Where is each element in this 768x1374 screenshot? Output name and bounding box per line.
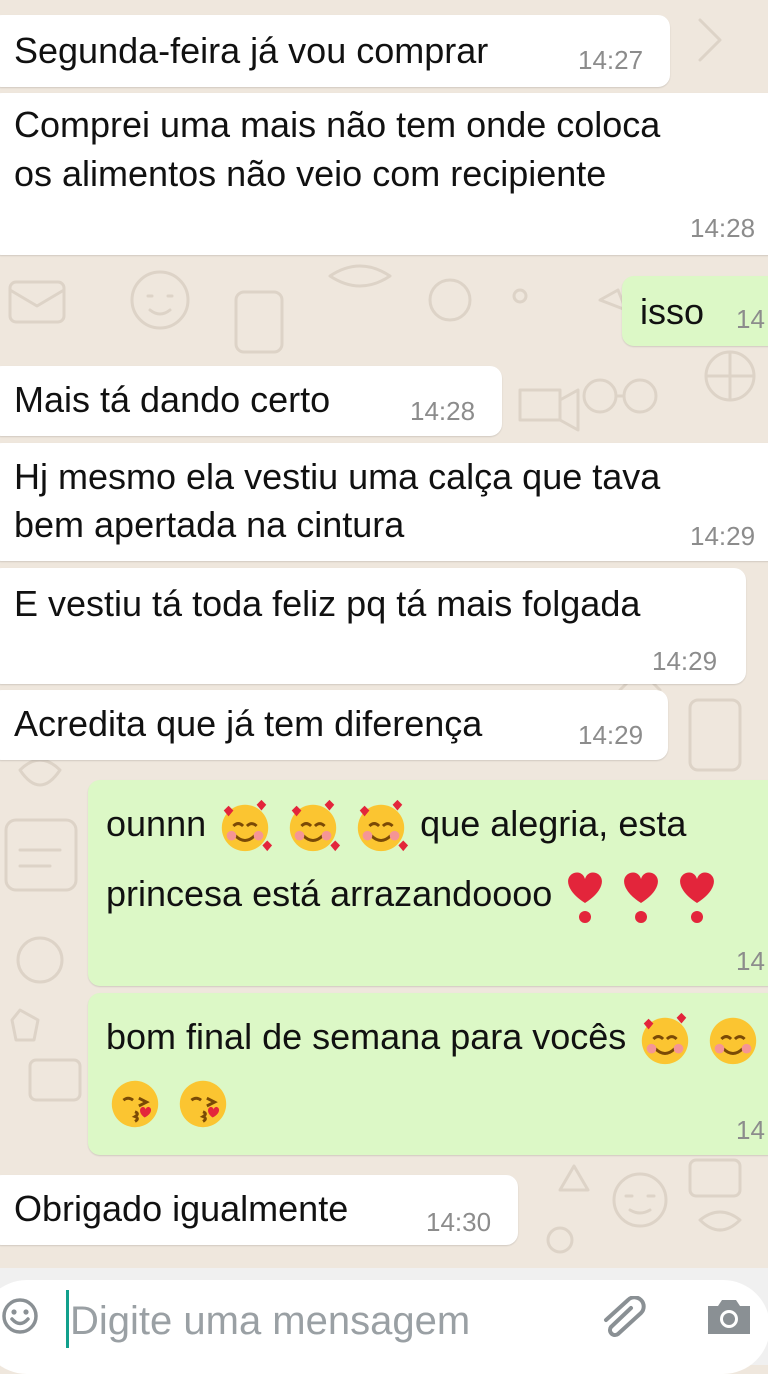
message-bubble[interactable]: E vestiu tá toda feliz pq tá mais folgad… <box>0 568 746 684</box>
attach-icon[interactable] <box>598 1296 654 1344</box>
message-time: 14:30 <box>426 1207 492 1237</box>
message-time: 14:27 <box>578 45 644 75</box>
red-heart-exclamation-icon <box>680 872 715 924</box>
message-bubble[interactable]: Segunda-feira já vou comprar 14:27 <box>0 15 670 87</box>
message-bubble[interactable]: Comprei uma mais não tem onde coloca os … <box>0 93 768 255</box>
message-bubble[interactable]: isso 14 <box>622 276 768 346</box>
message-time: 14 <box>736 304 765 334</box>
chat-area[interactable]: Segunda-feira já vou comprar 14:27 Compr… <box>0 0 768 1265</box>
camera-icon[interactable] <box>704 1294 754 1340</box>
message-text: bem apertada na cintura <box>14 504 405 545</box>
message-text: E vestiu tá toda feliz pq tá mais folgad… <box>14 583 641 624</box>
message-time: 14 <box>736 1115 765 1145</box>
message-time: 14:29 <box>578 720 644 750</box>
smiling-face-with-hearts-icon <box>357 800 409 852</box>
smiling-face-with-hearts-icon <box>642 1013 689 1065</box>
message-text: bom final de semana para vocês <box>106 1016 627 1057</box>
message-text: Mais tá dando certo <box>14 379 331 420</box>
message-bubble[interactable]: Acredita que já tem diferença 14:29 <box>0 690 668 760</box>
message-time: 14:29 <box>690 521 756 551</box>
message-bubble[interactable]: bom final de semana para vocês 14 <box>88 993 768 1155</box>
message-text: isso <box>640 291 705 332</box>
message-time: 14 <box>736 946 765 976</box>
message-text: Obrigado igualmente <box>14 1188 349 1229</box>
message-text: Segunda-feira já vou comprar <box>14 30 489 71</box>
message-time: 14:29 <box>652 646 718 676</box>
face-blowing-kiss-icon <box>179 1080 227 1128</box>
message-text: Hj mesmo ela vestiu uma calça que tava <box>14 456 661 497</box>
face-blowing-kiss-icon <box>111 1080 159 1128</box>
red-heart-exclamation-icon <box>568 872 603 924</box>
red-heart-exclamation-icon <box>624 872 659 924</box>
message-input-placeholder: Digite uma mensagem <box>70 1299 471 1343</box>
message-time: 14:28 <box>690 213 756 243</box>
emoji-icon[interactable] <box>0 1296 40 1336</box>
message-text: Acredita que já tem diferença <box>14 703 483 744</box>
message-bubble[interactable]: Obrigado igualmente 14:30 <box>0 1175 518 1245</box>
message-text: princesa está arrazandoooo <box>106 873 553 914</box>
text-cursor <box>66 1290 69 1348</box>
smiling-face-with-hearts-icon <box>289 800 341 852</box>
message-text: os alimentos não veio com recipiente <box>14 153 607 194</box>
message-bubble[interactable]: ounnn que alegria, esta princesa está ar… <box>88 780 768 986</box>
smiling-face-with-hearts-icon <box>710 1018 757 1065</box>
message-text: Comprei uma mais não tem onde coloca <box>14 104 661 145</box>
message-text: que alegria, esta <box>420 803 687 844</box>
message-bubble[interactable]: Mais tá dando certo 14:28 <box>0 366 502 436</box>
message-time: 14:28 <box>410 396 476 426</box>
message-bubble[interactable]: Hj mesmo ela vestiu uma calça que tava b… <box>0 443 768 561</box>
smiling-face-with-hearts-icon <box>221 800 273 852</box>
message-text: ounnn <box>106 803 207 844</box>
